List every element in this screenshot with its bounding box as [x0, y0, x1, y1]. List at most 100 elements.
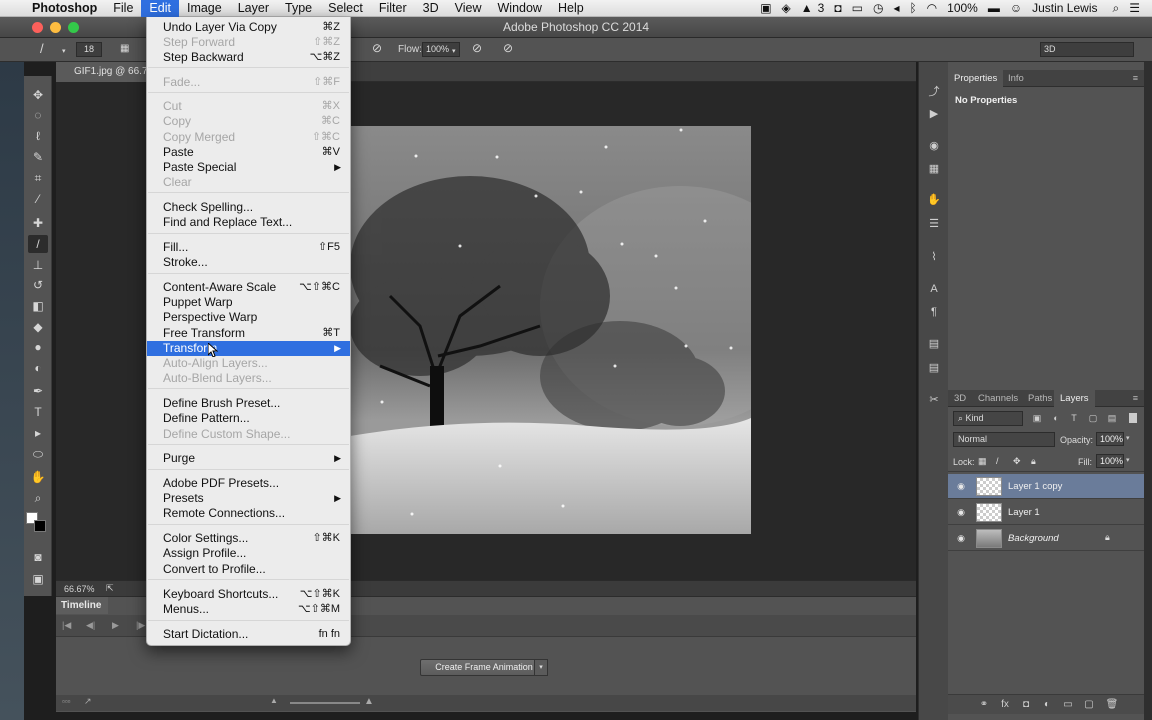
color-panel-icon[interactable]: ◉: [926, 138, 942, 154]
display-icon[interactable]: ▭: [847, 0, 868, 17]
zoom-in-timeline-icon[interactable]: ▲: [364, 696, 374, 707]
battery-icon[interactable]: ▬: [983, 0, 1005, 17]
spotlight-search-icon[interactable]: ⌕: [1103, 0, 1125, 17]
shape-tool-icon[interactable]: ⬭: [28, 445, 48, 463]
tab-paths[interactable]: Paths: [1022, 390, 1058, 407]
menu-item-color-settings[interactable]: Color Settings... ⇧⌘K: [147, 531, 350, 546]
user-icon[interactable]: ☺: [1005, 0, 1027, 17]
menu-item-define-pattern[interactable]: Define Pattern...: [147, 411, 350, 426]
pen-tool-icon[interactable]: ✒: [28, 382, 48, 400]
frame-loop-icon[interactable]: ▫▫▫: [62, 697, 71, 706]
airbrush-icon[interactable]: ⊘: [472, 41, 482, 55]
menu-item-remote-connections[interactable]: Remote Connections...: [147, 506, 350, 521]
layers-panel-menu-icon[interactable]: ≡: [1133, 393, 1138, 403]
tab-3d[interactable]: 3D: [948, 390, 972, 407]
menu-item-content-aware-scale[interactable]: Content-Aware Scale ⌥⇧⌘C: [147, 280, 350, 295]
styles-panel-icon[interactable]: ☰: [926, 216, 942, 232]
visibility-eye-icon[interactable]: ◉: [955, 507, 967, 517]
eyedropper-tool-icon[interactable]: ⁄: [28, 190, 48, 208]
lock-pixels-icon[interactable]: /: [996, 456, 999, 466]
history-brush-tool-icon[interactable]: ↺: [28, 276, 48, 294]
quick-mask-icon[interactable]: ◙: [28, 548, 48, 566]
opacity-dropdown-icon[interactable]: ▾: [1126, 434, 1130, 442]
lasso-tool-icon[interactable]: ℓ: [28, 127, 48, 145]
layer-lock-icon[interactable]: 🔒︎: [1105, 532, 1110, 543]
menu-item-define-brush-preset[interactable]: Define Brush Preset...: [147, 396, 350, 411]
brushes-panel-icon[interactable]: ⌇: [926, 249, 942, 265]
tool-presets-icon[interactable]: ✂: [926, 392, 942, 408]
timeline-zoom-slider[interactable]: [290, 702, 360, 704]
create-animation-dropdown-icon[interactable]: ▾: [534, 659, 548, 676]
paint-bucket-tool-icon[interactable]: ◆: [28, 318, 48, 336]
tab-channels[interactable]: Channels: [972, 390, 1024, 407]
character-panel-icon[interactable]: A: [926, 281, 942, 297]
layer-row[interactable]: ◉ Layer 1 copy: [948, 474, 1144, 499]
paragraph-panel-icon[interactable]: ¶: [926, 304, 942, 320]
link-layers-icon[interactable]: ⚭: [977, 698, 991, 712]
filter-shape-icon[interactable]: ▢: [1086, 411, 1100, 425]
path-selection-tool-icon[interactable]: ▸: [28, 424, 48, 442]
user-name[interactable]: Justin Lewis: [1027, 0, 1102, 17]
zoom-tool-icon[interactable]: ⌕: [28, 489, 48, 507]
menu-image[interactable]: Image: [179, 0, 230, 17]
library-panel-icon[interactable]: ▤: [926, 336, 942, 352]
clone-stamp-tool-icon[interactable]: ⊥: [28, 256, 48, 274]
time-machine-icon[interactable]: ◷: [868, 0, 888, 17]
zoom-level[interactable]: 66.67%: [64, 584, 95, 594]
hand-tool-icon[interactable]: ✋: [28, 468, 48, 486]
tab-info[interactable]: Info: [1002, 70, 1030, 87]
layer-kind-filter[interactable]: ⌕ Kind: [953, 411, 1023, 426]
filter-smart-object-icon[interactable]: ▤: [1105, 411, 1119, 425]
menu-item-stroke[interactable]: Stroke...: [147, 255, 350, 270]
fill-dropdown-icon[interactable]: ▾: [1126, 456, 1130, 464]
menu-filter[interactable]: Filter: [371, 0, 415, 17]
add-mask-icon[interactable]: ◘: [1019, 698, 1033, 712]
new-layer-icon[interactable]: ▢: [1082, 698, 1096, 712]
delete-layer-icon[interactable]: 🗑︎: [1105, 698, 1119, 712]
bluetooth-icon[interactable]: ᛒ: [904, 0, 921, 17]
panel-menu-icon[interactable]: ≡: [1133, 73, 1138, 83]
play-icon[interactable]: ▶: [112, 620, 119, 631]
lock-all-icon[interactable]: 🔒︎: [1031, 456, 1036, 467]
layer-row[interactable]: ◉ Layer 1: [948, 500, 1144, 525]
workspace-switcher[interactable]: 3D: [1040, 42, 1134, 57]
menu-layer[interactable]: Layer: [230, 0, 277, 17]
menu-item-assign-profile[interactable]: Assign Profile...: [147, 546, 350, 561]
menu-item-purge[interactable]: Purge ▶: [147, 451, 350, 466]
eraser-tool-icon[interactable]: ◧: [28, 297, 48, 315]
crop-tool-icon[interactable]: ⌗: [28, 169, 48, 187]
brush-tool-icon[interactable]: /: [28, 235, 48, 253]
menu-item-keyboard-shortcuts[interactable]: Keyboard Shortcuts... ⌥⇧⌘K: [147, 587, 350, 602]
adjustments-panel-icon[interactable]: ✋: [926, 192, 942, 208]
camera-icon[interactable]: ▣: [755, 0, 776, 17]
notes-panel-icon[interactable]: ▤: [926, 360, 942, 376]
filter-type-icon[interactable]: T: [1067, 411, 1081, 425]
timeline-tab[interactable]: Timeline: [56, 597, 108, 614]
tab-properties[interactable]: Properties: [948, 70, 1004, 87]
move-tool-icon[interactable]: ✥: [28, 86, 48, 104]
menu-item-undo-layer-via-copy[interactable]: Undo Layer Via Copy ⌘Z: [147, 20, 350, 35]
status-menu-icon[interactable]: ⇱: [106, 583, 114, 594]
menu-item-presets[interactable]: Presets ▶: [147, 491, 350, 506]
first-frame-icon[interactable]: |◀: [62, 620, 71, 631]
menu-item-convert-to-profile[interactable]: Convert to Profile...: [147, 562, 350, 577]
menu-select[interactable]: Select: [320, 0, 371, 17]
convert-icon[interactable]: ↗: [84, 696, 92, 707]
pressure-opacity-icon[interactable]: ⊘: [372, 41, 382, 55]
menu-help[interactable]: Help: [550, 0, 592, 17]
zoom-out-timeline-icon[interactable]: ▲: [270, 696, 278, 705]
fill-field[interactable]: 100%: [1096, 454, 1124, 468]
layer-style-icon[interactable]: fx: [998, 698, 1012, 712]
menu-view[interactable]: View: [447, 0, 490, 17]
menu-item-adobe-pdf-presets[interactable]: Adobe PDF Presets...: [147, 476, 350, 491]
screen-mode-icon[interactable]: ▣: [28, 570, 48, 588]
menu-item-transform[interactable]: Transform ▶: [147, 341, 350, 356]
shield-icon[interactable]: ◘: [829, 0, 846, 17]
filter-pixel-icon[interactable]: ▣: [1030, 411, 1044, 425]
previous-frame-icon[interactable]: ◀|: [86, 620, 95, 631]
background-color-swatch[interactable]: [34, 520, 46, 532]
menu-item-fill[interactable]: Fill... ⇧F5: [147, 240, 350, 255]
brush-panel-icon[interactable]: ▦: [120, 43, 129, 54]
new-group-icon[interactable]: ▭: [1061, 698, 1075, 712]
lock-transparency-icon[interactable]: ▦: [978, 456, 987, 467]
